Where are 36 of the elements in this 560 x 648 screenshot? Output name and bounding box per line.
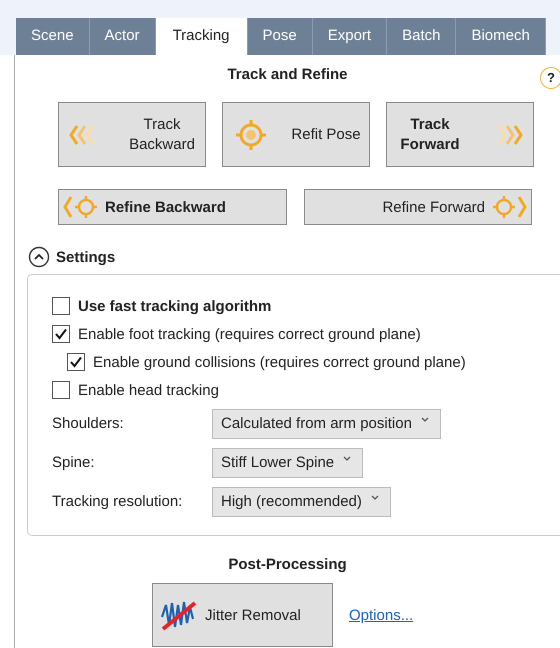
field-label: Shoulders: [52,415,125,432]
track-button[interactable]: Track Backward [58,102,206,167]
tab[interactable]: Tracking [156,18,248,55]
tab[interactable]: Biomech [456,18,546,55]
dropdown[interactable]: Calculated from arm position [212,408,441,438]
checkbox-option[interactable]: Use fast tracking algorithm [52,292,560,320]
track-button[interactable]: Track Forward [386,102,534,167]
checkbox-option[interactable]: Enable foot tracking (requires correct ground plane) [52,320,560,348]
checkbox[interactable] [52,381,70,399]
tab[interactable]: Scene [16,18,90,55]
dropdown[interactable]: High (recommended) [212,486,391,516]
dropdown[interactable]: Stiff Lower Spine [212,448,364,478]
tab[interactable]: Actor [90,18,156,55]
refine-button[interactable]: Refine Backward [58,189,287,225]
field-label: Tracking resolution: [52,493,184,510]
caret-icon [342,454,352,462]
caret-icon [370,494,380,502]
field-label: Spine: [52,454,96,471]
tab[interactable]: Pose [248,18,313,55]
jitter-removal-button[interactable]: Jitter Removal [152,583,333,647]
options-link[interactable]: Options... [349,606,414,624]
track-button[interactable]: Refit Pose [222,102,370,167]
refine-button[interactable]: Refine Forward [304,189,532,225]
collapse-toggle-icon[interactable] [28,246,50,268]
checkbox-option[interactable]: Enable head tracking [52,376,560,404]
caret-icon [420,416,430,424]
section-title: Track and Refine [227,66,348,83]
checkbox-option[interactable]: Enable ground collisions (requires correct ground plane) [52,348,560,376]
checkbox[interactable] [52,325,70,343]
section-title: Post-Processing [227,556,348,573]
settings-title: Settings [56,248,116,266]
checkbox[interactable] [52,297,70,315]
tab[interactable]: Export [312,18,388,55]
checkbox[interactable] [67,353,85,371]
help-button[interactable]: ? [540,67,560,89]
tab[interactable]: Batch [387,18,456,55]
